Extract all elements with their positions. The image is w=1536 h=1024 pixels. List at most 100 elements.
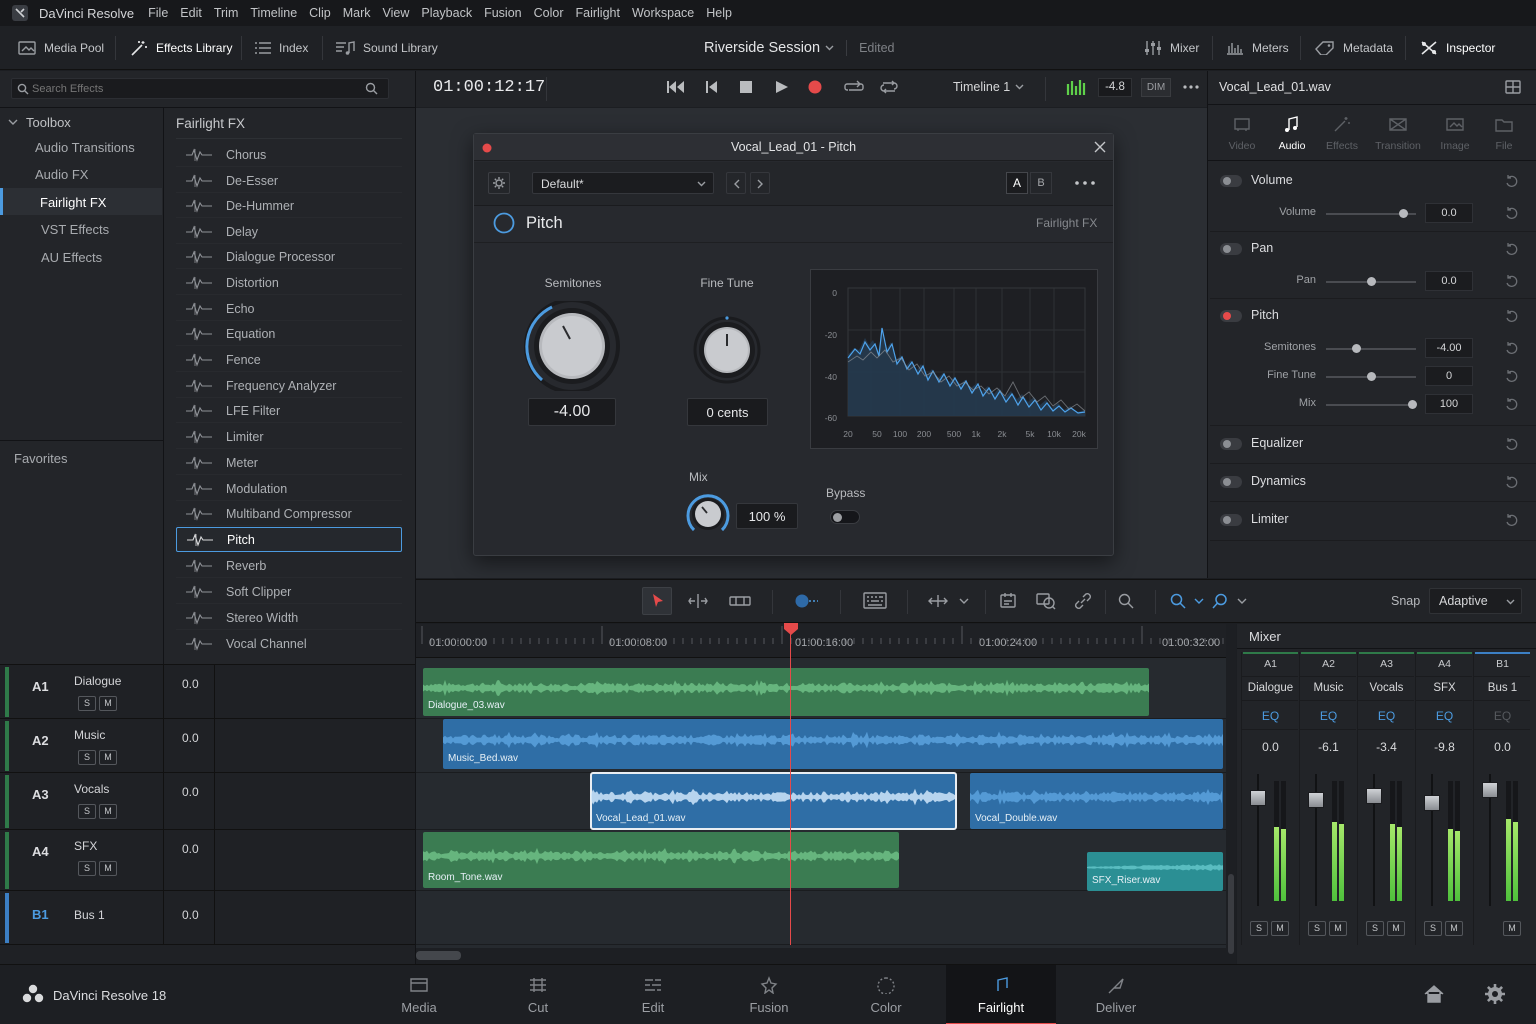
track-header-a2[interactable]: A2 Music S M 0.0 bbox=[0, 719, 415, 773]
vertical-scrollbar-thumb[interactable] bbox=[1228, 874, 1234, 954]
inspector-tab-audio[interactable]: Audio bbox=[1267, 113, 1317, 157]
mixer-button[interactable]: Mixer bbox=[1144, 26, 1199, 70]
expand-icon[interactable] bbox=[1505, 80, 1521, 94]
ab-b-button[interactable]: B bbox=[1030, 172, 1052, 194]
effect-power-toggle-icon[interactable] bbox=[493, 212, 515, 234]
edit-tool-icon[interactable] bbox=[729, 593, 751, 609]
mixer-level-readout[interactable]: 0.0 bbox=[1242, 740, 1299, 754]
volume-param-slider[interactable] bbox=[1326, 209, 1416, 218]
clip-sfx-riser[interactable]: SFX_Riser.wav bbox=[1087, 852, 1223, 891]
sync-icon[interactable] bbox=[879, 80, 899, 94]
fx-item-echo[interactable]: Echo bbox=[176, 296, 402, 321]
timeline-vertical-scrollbar[interactable] bbox=[1226, 624, 1236, 964]
track-header-b1[interactable]: B1 Bus 1 0.0 bbox=[0, 891, 415, 945]
track-level[interactable]: 0.0 bbox=[182, 731, 199, 745]
mixer-solo-button[interactable]: S bbox=[1308, 921, 1326, 936]
reset-icon[interactable] bbox=[1505, 397, 1519, 411]
mute-button[interactable]: M bbox=[99, 861, 117, 876]
reset-icon[interactable] bbox=[1505, 341, 1519, 355]
reset-icon[interactable] bbox=[1505, 242, 1519, 256]
pan-param-slider[interactable] bbox=[1326, 277, 1416, 286]
pitch-semitones-slider-thumb[interactable] bbox=[1351, 344, 1361, 353]
mixer-mute-button[interactable]: M bbox=[1503, 921, 1521, 936]
close-icon[interactable] bbox=[1094, 141, 1106, 153]
select-tool-button[interactable] bbox=[642, 587, 672, 615]
pan-param-value[interactable]: 0.0 bbox=[1425, 271, 1473, 291]
effects-search-box[interactable] bbox=[11, 78, 389, 99]
keyboard-icon[interactable] bbox=[863, 592, 887, 609]
meters-button[interactable]: Meters bbox=[1226, 26, 1289, 70]
zoom-icon[interactable] bbox=[1118, 593, 1134, 609]
fader-cap[interactable] bbox=[1308, 792, 1324, 809]
menu-clip[interactable]: Clip bbox=[309, 6, 331, 20]
preset-previous-button[interactable] bbox=[726, 172, 746, 194]
solo-button[interactable]: S bbox=[78, 861, 96, 876]
reset-icon[interactable] bbox=[1505, 309, 1519, 323]
preset-dropdown[interactable]: Default* bbox=[532, 172, 714, 194]
mute-button[interactable]: M bbox=[99, 696, 117, 711]
menu-file[interactable]: File bbox=[148, 6, 168, 20]
fx-item-dialogue-processor[interactable]: Dialogue Processor bbox=[176, 244, 402, 269]
solo-button[interactable]: S bbox=[78, 696, 96, 711]
category-audio-transitions[interactable]: Audio Transitions bbox=[35, 140, 135, 155]
clip-vocal-double[interactable]: Vocal_Double.wav bbox=[970, 773, 1223, 829]
fx-item-delay[interactable]: Delay bbox=[176, 219, 402, 244]
track-header-a3[interactable]: A3 Vocals S M 0.0 bbox=[0, 773, 415, 830]
fx-item-de-esser[interactable]: De-Esser bbox=[176, 168, 402, 193]
flag-icon[interactable] bbox=[1036, 592, 1056, 610]
fx-item-multiband-compressor[interactable]: Multiband Compressor bbox=[176, 501, 402, 526]
mixer-solo-button[interactable]: S bbox=[1424, 921, 1442, 936]
volume-param-slider-thumb[interactable] bbox=[1398, 209, 1408, 218]
loop-icon[interactable] bbox=[844, 80, 864, 94]
mute-button[interactable]: M bbox=[99, 750, 117, 765]
mixer-eq-button[interactable]: EQ bbox=[1300, 709, 1357, 723]
fx-item-soft-clipper[interactable]: Soft Clipper bbox=[176, 579, 402, 604]
finetune-knob[interactable] bbox=[693, 316, 761, 384]
mixer-eq-button[interactable]: EQ bbox=[1474, 709, 1531, 723]
track-level[interactable]: 0.0 bbox=[182, 908, 199, 922]
fx-item-modulation[interactable]: Modulation bbox=[176, 476, 402, 501]
mix-knob[interactable] bbox=[684, 490, 732, 538]
pitch-mix-slider-thumb[interactable] bbox=[1407, 400, 1417, 409]
play-icon[interactable] bbox=[775, 80, 789, 94]
snap-dropdown[interactable]: Adaptive bbox=[1429, 588, 1522, 614]
favorites-label[interactable]: Favorites bbox=[14, 451, 67, 466]
inspector-button[interactable]: Inspector bbox=[1420, 26, 1495, 70]
track-level[interactable]: 0.0 bbox=[182, 677, 199, 691]
stop-icon[interactable] bbox=[739, 80, 753, 94]
project-title[interactable]: Riverside Session Edited bbox=[704, 26, 895, 70]
inspector-tab-image[interactable]: Image bbox=[1430, 113, 1480, 157]
fader-cap[interactable] bbox=[1424, 795, 1440, 812]
menu-mark[interactable]: Mark bbox=[343, 6, 371, 20]
mixer-eq-button[interactable]: EQ bbox=[1358, 709, 1415, 723]
mixer-level-readout[interactable]: 0.0 bbox=[1474, 740, 1531, 754]
effects-library-button[interactable]: Effects Library bbox=[130, 26, 232, 70]
pitch-mix-value[interactable]: 100 bbox=[1425, 394, 1473, 414]
menu-workspace[interactable]: Workspace bbox=[632, 6, 694, 20]
reset-icon[interactable] bbox=[1505, 274, 1519, 288]
fx-item-vocal-channel[interactable]: Vocal Channel bbox=[176, 631, 402, 656]
fx-item-chorus[interactable]: Chorus bbox=[176, 142, 402, 167]
pitch-finetune-slider-thumb[interactable] bbox=[1367, 372, 1376, 381]
menu-timeline[interactable]: Timeline bbox=[250, 6, 297, 20]
menu-fusion[interactable]: Fusion bbox=[484, 6, 522, 20]
menu-playback[interactable]: Playback bbox=[421, 6, 472, 20]
previous-frame-icon[interactable] bbox=[705, 80, 719, 94]
timecode-display[interactable]: 01:00:12:17 bbox=[433, 78, 545, 97]
pitch-mix-slider[interactable] bbox=[1326, 400, 1417, 409]
mixer-eq-button[interactable]: EQ bbox=[1242, 709, 1299, 723]
fx-item-de-hummer[interactable]: De-Hummer bbox=[176, 193, 402, 218]
fader-cap[interactable] bbox=[1482, 781, 1498, 798]
solo-button[interactable]: S bbox=[78, 750, 96, 765]
go-to-start-icon[interactable] bbox=[666, 80, 686, 94]
media-pool-button[interactable]: Media Pool bbox=[18, 26, 104, 70]
category-audio-fx[interactable]: Audio FX bbox=[35, 167, 88, 182]
page-tab-media[interactable]: Media bbox=[374, 965, 464, 1024]
metadata-button[interactable]: Metadata bbox=[1315, 26, 1393, 70]
page-tab-edit[interactable]: Edit bbox=[608, 965, 698, 1024]
link-icon[interactable] bbox=[1073, 592, 1093, 610]
inspector-tab-effects[interactable]: Effects bbox=[1317, 113, 1367, 157]
track-header-a4[interactable]: A4 SFX S M 0.0 bbox=[0, 830, 415, 891]
menu-trim[interactable]: Trim bbox=[214, 6, 239, 20]
track-header-a1[interactable]: A1 Dialogue S M 0.0 bbox=[0, 665, 415, 719]
